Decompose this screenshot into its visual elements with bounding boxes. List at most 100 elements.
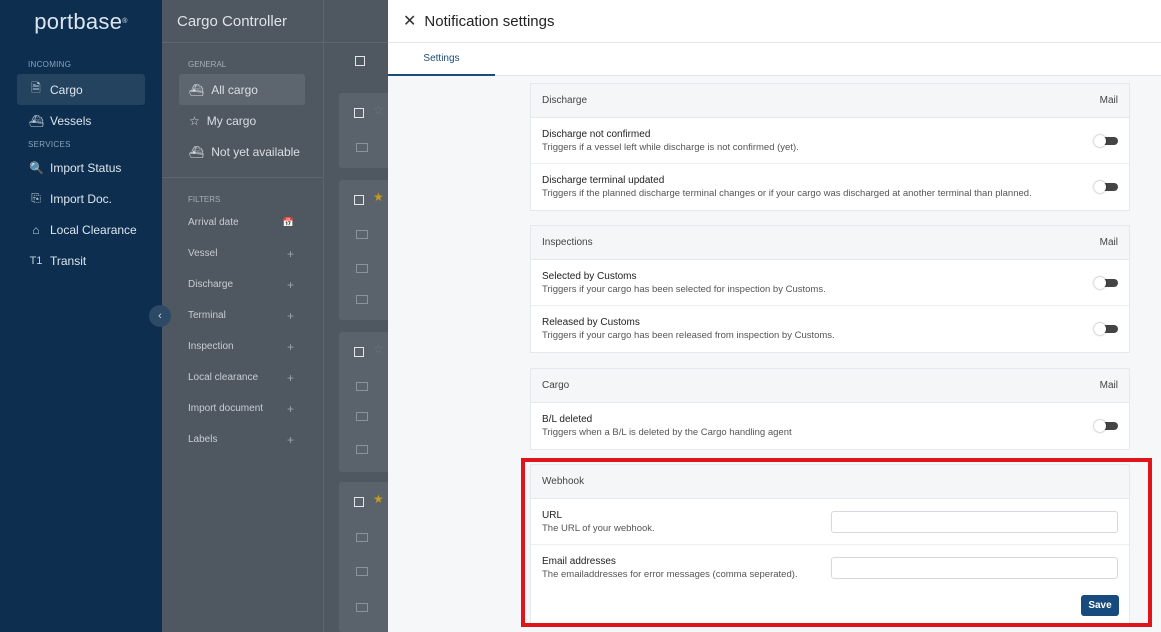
dialog-header: ✕ Notification settings — [388, 0, 1161, 43]
mail-toggle[interactable] — [1094, 276, 1118, 289]
filter-my-cargo[interactable]: ☆ My cargo — [162, 105, 323, 136]
close-icon[interactable]: ✕ — [403, 11, 416, 31]
container-icon — [356, 445, 368, 454]
nav-item-cargo[interactable]: 🗎 Cargo — [17, 74, 145, 105]
vessel-clock-icon: ⛴ — [189, 144, 205, 159]
collapse-sidebar-button[interactable]: ‹ — [149, 305, 171, 327]
notification-row: Discharge not confirmed Triggers if a ve… — [531, 118, 1129, 164]
notification-title: Discharge terminal updated — [542, 175, 665, 186]
filter-label: Inspection — [188, 341, 234, 352]
channel-label: Mail — [1099, 380, 1118, 391]
discharge-section: Discharge Mail Discharge not confirmed T… — [530, 83, 1130, 211]
notification-title: B/L deleted — [542, 414, 593, 425]
filter-local-clearance[interactable]: Local clearance + — [162, 362, 323, 393]
notification-title: Selected by Customs — [542, 270, 637, 282]
filter-label: Discharge — [188, 279, 234, 290]
star-filled-icon[interactable]: ★ — [373, 492, 384, 506]
nav-item-vessels[interactable]: ⛴ Vessels — [0, 105, 162, 136]
section-title: Cargo — [542, 380, 570, 391]
channel-label: Mail — [1099, 237, 1118, 248]
nav-item-import-doc[interactable]: ⎘ Import Doc. — [0, 183, 162, 214]
filter-panel: Cargo Controller GENERAL ⛴ All cargo ☆ M… — [162, 0, 324, 632]
notification-row: B/L deleted Triggers when a B/L is delet… — [531, 403, 1129, 449]
container-icon — [356, 567, 368, 576]
container-icon — [356, 533, 368, 542]
filter-label: Import document — [188, 403, 264, 414]
section-header: Cargo Mail — [531, 369, 1129, 403]
filter-labels[interactable]: Labels + — [162, 424, 323, 455]
mail-toggle[interactable] — [1094, 323, 1118, 335]
nav-item-local-clearance[interactable]: ⌂ Local Clearance — [0, 214, 162, 245]
nav-item-label: Local Clearance — [50, 222, 137, 237]
section-header: Inspections Mail — [531, 226, 1129, 260]
notification-description: Triggers if your cargo has been selected… — [542, 283, 826, 295]
mail-toggle[interactable] — [1094, 134, 1118, 147]
notification-description: Triggers if your cargo has been released… — [542, 330, 835, 341]
document-icon: 🗎 — [31, 81, 41, 95]
plus-icon[interactable]: + — [287, 340, 294, 354]
nav-item-import-status[interactable]: 🔍 Import Status — [0, 152, 162, 183]
t1-icon: T1 — [29, 254, 43, 267]
filter-arrival-date[interactable]: Arrival date 📅 — [162, 207, 323, 238]
filter-label: Terminal — [188, 310, 226, 321]
filter-inspection[interactable]: Inspection + — [162, 331, 323, 362]
filter-discharge[interactable]: Discharge + — [162, 269, 323, 300]
filter-import-document[interactable]: Import document + — [162, 393, 323, 424]
dialog-title: Notification settings — [424, 12, 555, 30]
plus-icon[interactable]: + — [287, 278, 294, 292]
mail-toggle[interactable] — [1094, 420, 1118, 432]
card-checkbox[interactable] — [354, 108, 364, 118]
divider — [162, 177, 323, 178]
card-checkbox[interactable] — [354, 195, 364, 205]
star-icon[interactable]: ☆ — [373, 103, 384, 117]
plus-icon[interactable]: + — [287, 433, 294, 447]
plus-icon[interactable]: + — [287, 247, 294, 261]
select-all-checkbox[interactable] — [355, 56, 365, 66]
notification-title: Released by Customs — [542, 317, 640, 328]
filter-terminal[interactable]: Terminal + — [162, 300, 323, 331]
container-icon — [356, 603, 368, 612]
notification-row: Selected by Customs Triggers if your car… — [531, 260, 1129, 306]
card-checkbox[interactable] — [354, 347, 364, 357]
file-import-icon: ⎘ — [31, 191, 41, 205]
portbase-logo[interactable]: portbase ® — [0, 0, 162, 43]
star-icon[interactable]: ☆ — [373, 342, 384, 356]
notification-row: Discharge terminal updated Triggers if t… — [531, 164, 1129, 210]
filter-label: Arrival date — [188, 217, 239, 228]
container-icon — [356, 230, 368, 239]
plus-icon[interactable]: + — [287, 309, 294, 323]
search-icon: 🔍 — [29, 160, 44, 175]
calendar-icon[interactable]: 📅 — [283, 217, 294, 228]
filters-section-filters: FILTERS — [188, 195, 221, 204]
plus-icon[interactable]: + — [287, 402, 294, 416]
vessel-icon: ⛴ — [29, 113, 45, 128]
filter-label: All cargo — [211, 82, 258, 97]
page-title: Cargo Controller — [162, 0, 323, 43]
nav-section-services: SERVICES — [28, 140, 71, 149]
star-filled-icon[interactable]: ★ — [373, 190, 384, 204]
section-header: Discharge Mail — [531, 84, 1129, 118]
main-navigation: portbase ® INCOMING 🗎 Cargo ⛴ Vessels SER… — [0, 0, 162, 632]
plus-icon[interactable]: + — [287, 371, 294, 385]
cargo-section: Cargo Mail B/L deleted Triggers when a B… — [530, 368, 1130, 450]
filters-section-general: GENERAL — [188, 60, 227, 69]
filter-all-cargo[interactable]: ⛴ All cargo — [179, 74, 305, 105]
nav-item-label: Cargo — [50, 82, 83, 97]
nav-section-incoming: INCOMING — [28, 60, 72, 69]
highlight-outline — [521, 458, 1152, 627]
star-icon: ☆ — [189, 113, 200, 128]
tab-settings[interactable]: Settings — [388, 43, 495, 76]
card-checkbox[interactable] — [354, 497, 364, 507]
filter-not-yet-available[interactable]: ⛴ Not yet available — [162, 136, 323, 167]
nav-item-transit[interactable]: T1 Transit — [0, 245, 162, 276]
filter-vessel[interactable]: Vessel + — [162, 238, 323, 269]
container-icon — [356, 412, 368, 421]
inspections-section: Inspections Mail Selected by Customs Tri… — [530, 225, 1130, 353]
notification-description: Triggers when a B/L is deleted by the Ca… — [542, 427, 792, 438]
notification-row: Released by Customs Triggers if your car… — [531, 306, 1129, 352]
notification-description: Triggers if the planned discharge termin… — [542, 188, 1032, 199]
filter-label: Not yet available — [211, 144, 300, 159]
container-icon — [356, 264, 368, 273]
mail-toggle[interactable] — [1094, 181, 1118, 193]
notification-title: Discharge not confirmed — [542, 128, 651, 140]
